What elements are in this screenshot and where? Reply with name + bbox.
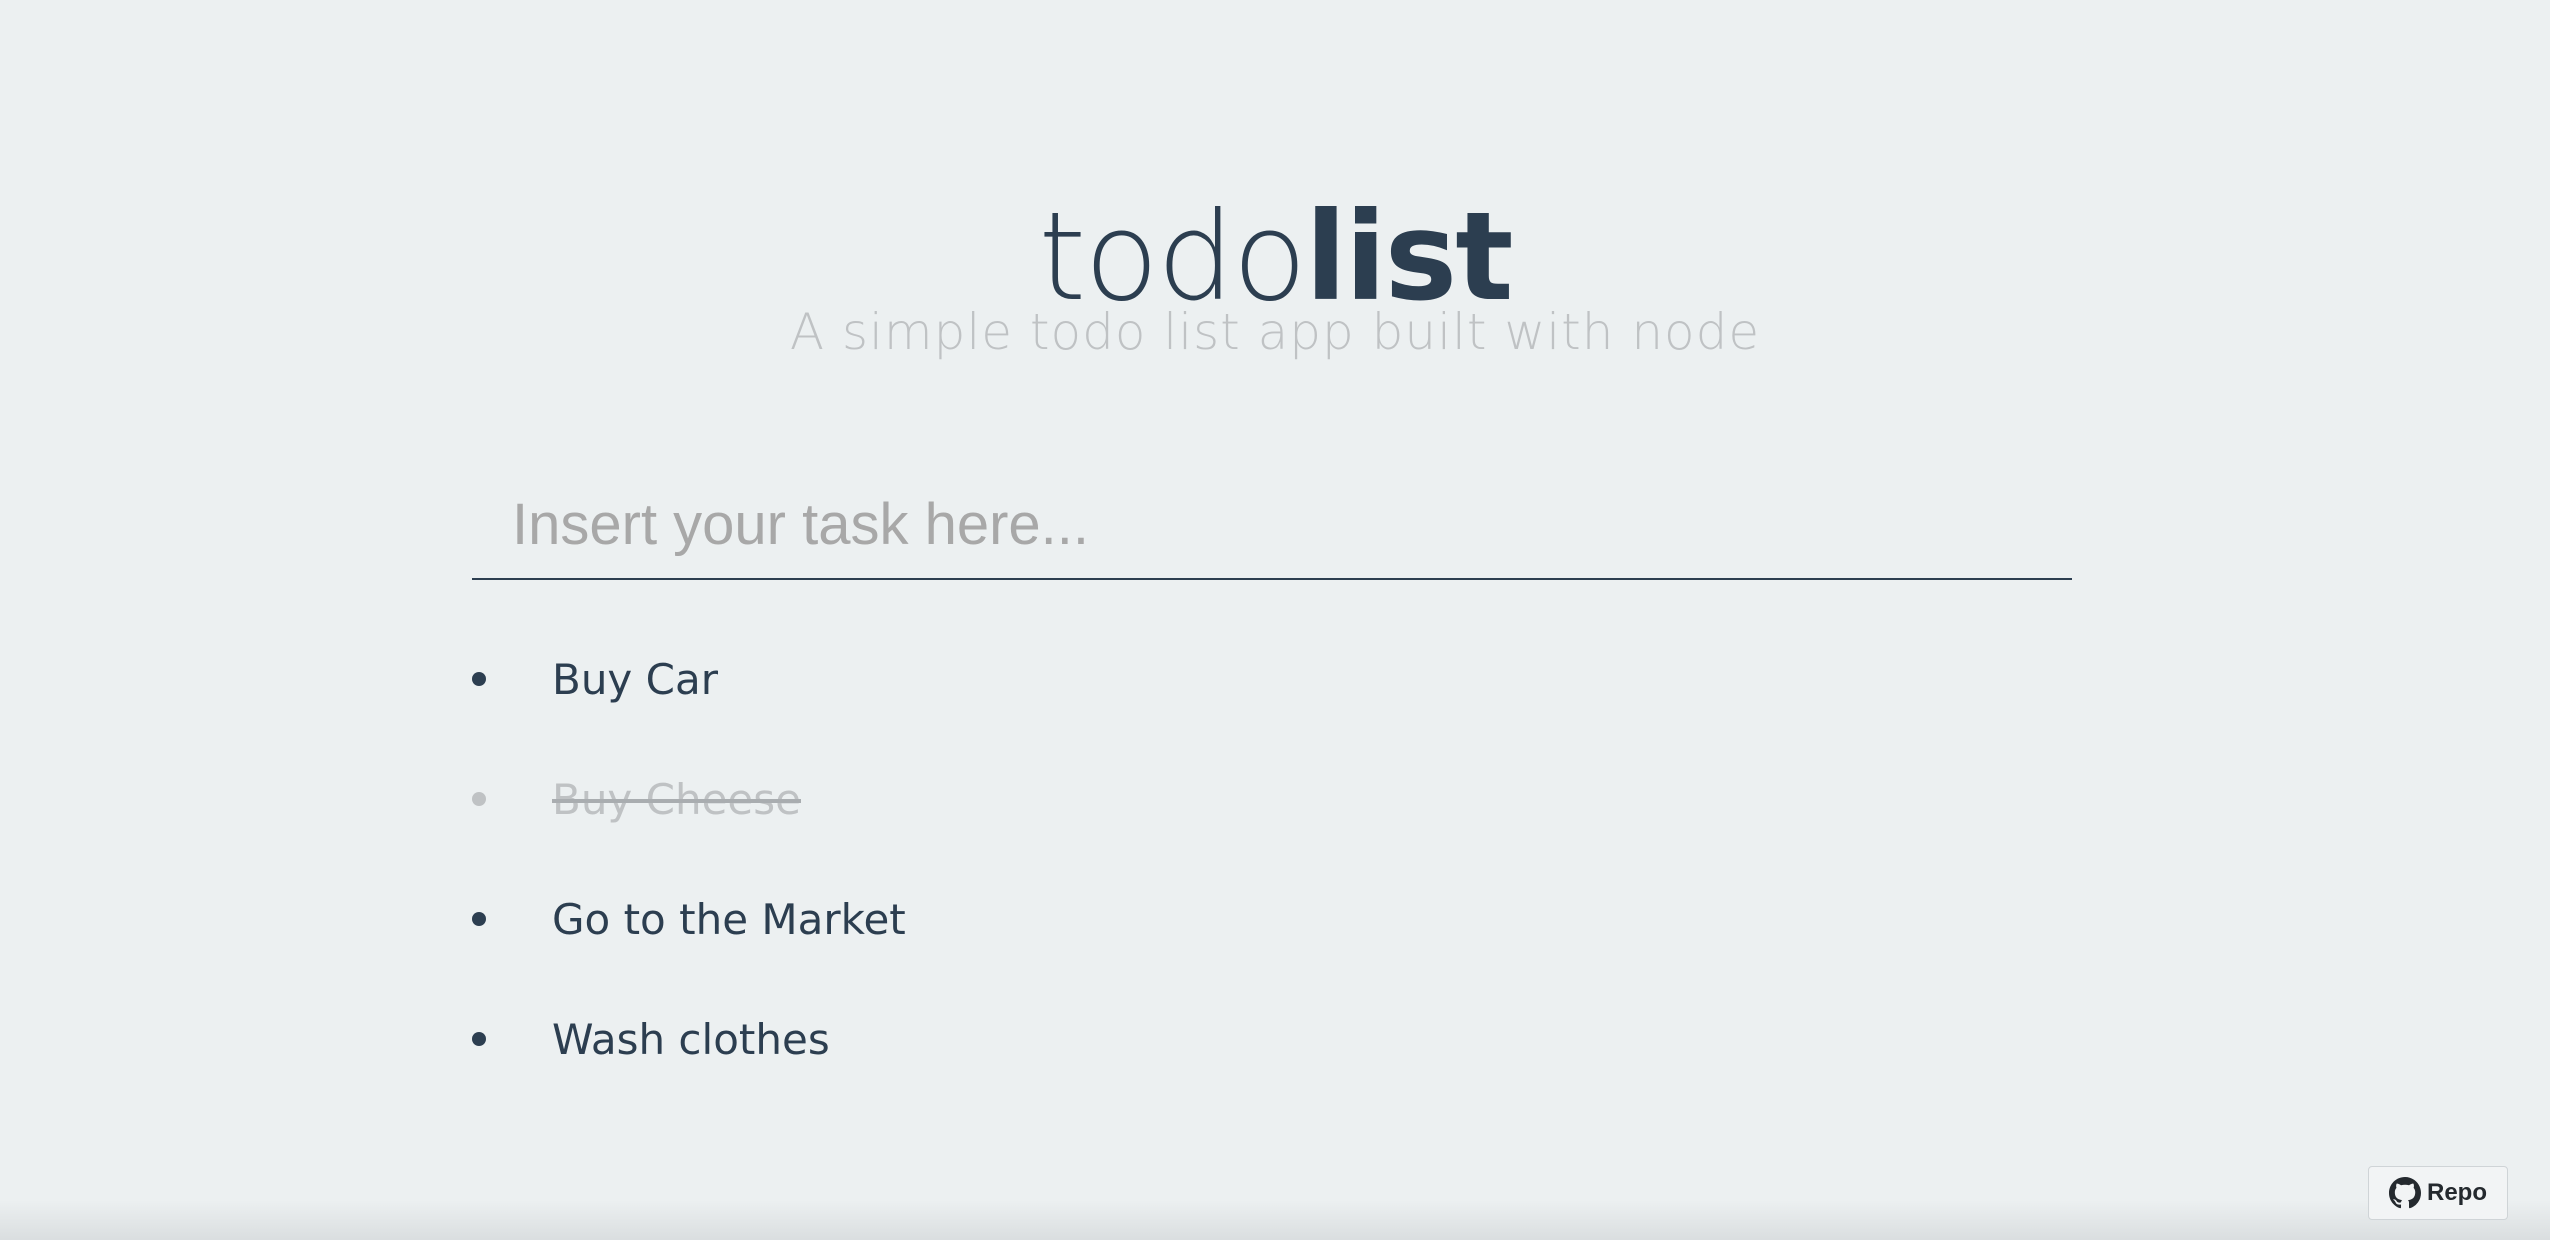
page-subtitle: A simple todo list app built with node [789,303,1761,361]
todo-item[interactable]: Go to the Market [472,860,2072,980]
repo-button-label: Repo [2427,1179,2487,1206]
todo-item[interactable]: Buy Car [472,620,2072,740]
bottom-shade [0,1200,2550,1240]
todo-list: Buy Car Buy Cheese Go to the Market Wash… [472,620,2072,1100]
bullet-icon [472,912,486,926]
bullet-icon [472,1032,486,1046]
github-icon [2389,1177,2421,1209]
todo-item-label: Buy Cheese [552,775,801,824]
bullet-icon [472,672,486,686]
todo-item-label: Wash clothes [552,1015,830,1064]
bullet-icon [472,792,486,806]
todo-item-label: Buy Car [552,655,718,704]
task-input[interactable] [472,470,2072,580]
todo-item[interactable]: Buy Cheese [472,740,2072,860]
todo-item-label: Go to the Market [552,895,906,944]
repo-button[interactable]: Repo [2368,1166,2508,1220]
todo-item[interactable]: Wash clothes [472,980,2072,1100]
